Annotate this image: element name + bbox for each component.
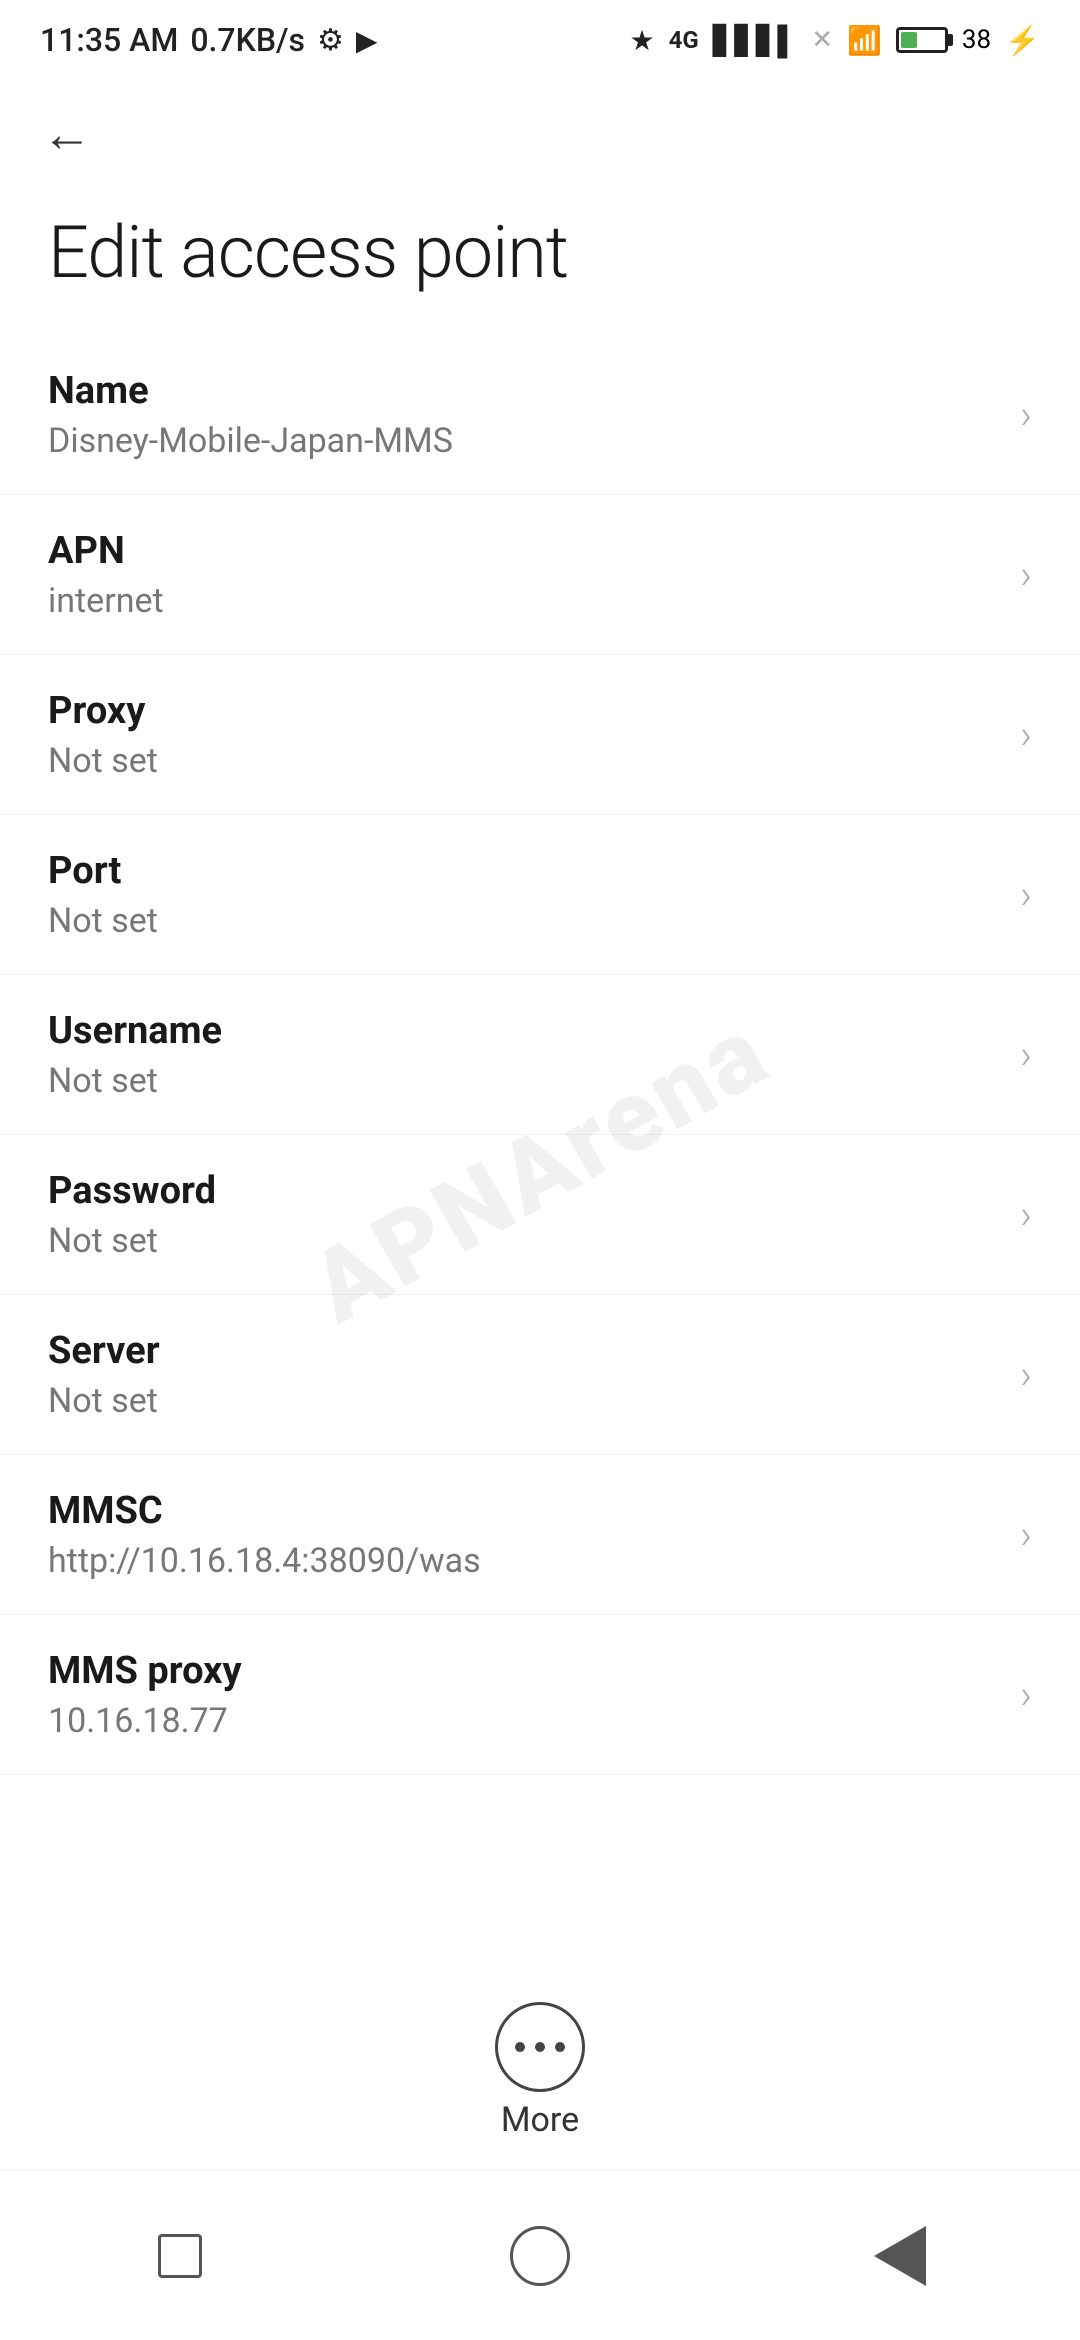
- settings-item-port[interactable]: Port Not set ›: [0, 815, 1080, 975]
- dot-3: [555, 2042, 565, 2052]
- settings-item-name[interactable]: Name Disney-Mobile-Japan-MMS ›: [0, 335, 1080, 495]
- signal-x-icon: ✕: [811, 25, 833, 55]
- chevron-right-icon-4: ›: [1020, 1031, 1032, 1078]
- status-bar: 11:35 AM 0.7KB/s ⚙ ▶ ★ 4G ▋▋▋▌ ✕ 📶 38 ⚡: [0, 0, 1080, 80]
- settings-item-mmsc[interactable]: MMSC http://10.16.18.4:38090/was ›: [0, 1455, 1080, 1615]
- chevron-right-icon-1: ›: [1020, 551, 1032, 598]
- battery-indicator: 38: [896, 25, 991, 55]
- settings-item-label-4: Username: [48, 1009, 222, 1053]
- settings-item-label-8: MMS proxy: [48, 1649, 242, 1693]
- more-dots-icon: [515, 2042, 565, 2052]
- bluetooth-icon: ★: [630, 24, 655, 57]
- settings-item-value-7: http://10.16.18.4:38090/was: [48, 1541, 481, 1581]
- battery-fill: [901, 32, 917, 48]
- settings-item-value-0: Disney-Mobile-Japan-MMS: [48, 421, 453, 461]
- signal-4g-icon: 4G: [669, 26, 699, 54]
- nav-home-button[interactable]: [490, 2206, 590, 2306]
- more-button[interactable]: More: [495, 2002, 585, 2140]
- back-icon: [874, 2226, 926, 2286]
- recent-apps-icon: [158, 2234, 202, 2278]
- settings-item-content-8: MMS proxy 10.16.18.77: [48, 1649, 242, 1741]
- battery-box: [896, 27, 948, 53]
- settings-item-content-6: Server Not set: [48, 1329, 160, 1421]
- settings-item-content-7: MMSC http://10.16.18.4:38090/was: [48, 1489, 481, 1581]
- settings-item-content-4: Username Not set: [48, 1009, 222, 1101]
- settings-item-value-4: Not set: [48, 1061, 222, 1101]
- settings-item-server[interactable]: Server Not set ›: [0, 1295, 1080, 1455]
- settings-item-value-5: Not set: [48, 1221, 216, 1261]
- status-bar-left: 11:35 AM 0.7KB/s ⚙ ▶: [40, 21, 377, 59]
- chevron-right-icon-7: ›: [1020, 1511, 1032, 1558]
- wifi-icon: 📶: [847, 24, 882, 57]
- dot-1: [515, 2042, 525, 2052]
- navigation-bar: [0, 2170, 1080, 2340]
- settings-item-content-5: Password Not set: [48, 1169, 216, 1261]
- settings-item-label-5: Password: [48, 1169, 216, 1213]
- settings-item-content-1: APN internet: [48, 529, 164, 621]
- settings-item-content-3: Port Not set: [48, 849, 158, 941]
- nav-recent-apps-button[interactable]: [130, 2206, 230, 2306]
- settings-item-value-2: Not set: [48, 741, 158, 781]
- lightning-icon: ⚡: [1005, 24, 1040, 57]
- settings-item-label-3: Port: [48, 849, 158, 893]
- chevron-right-icon-5: ›: [1020, 1191, 1032, 1238]
- dot-2: [535, 2042, 545, 2052]
- chevron-right-icon-6: ›: [1020, 1351, 1032, 1398]
- settings-item-label-6: Server: [48, 1329, 160, 1373]
- settings-item-content-2: Proxy Not set: [48, 689, 158, 781]
- toolbar: ←: [0, 80, 1080, 190]
- home-icon: [510, 2226, 570, 2286]
- signal-strength-icon: ▋▋▋▌: [713, 24, 797, 57]
- settings-list: Name Disney-Mobile-Japan-MMS › APN internet ›…: [0, 335, 1080, 1775]
- video-icon: ▶: [356, 24, 378, 57]
- nav-back-button[interactable]: [850, 2206, 950, 2306]
- settings-item-password[interactable]: Password Not set ›: [0, 1135, 1080, 1295]
- network-speed: 0.7KB/s: [190, 21, 305, 59]
- settings-item-label-7: MMSC: [48, 1489, 481, 1533]
- settings-item-label-2: Proxy: [48, 689, 158, 733]
- settings-item-value-3: Not set: [48, 901, 158, 941]
- chevron-right-icon-3: ›: [1020, 871, 1032, 918]
- more-icon-circle: [495, 2002, 585, 2092]
- page-title: Edit access point: [0, 190, 1080, 335]
- settings-item-label-1: APN: [48, 529, 164, 573]
- settings-item-value-6: Not set: [48, 1381, 160, 1421]
- settings-item-username[interactable]: Username Not set ›: [0, 975, 1080, 1135]
- time-display: 11:35 AM: [40, 21, 178, 59]
- battery-percent: 38: [962, 25, 991, 55]
- back-arrow-icon: ←: [42, 110, 92, 160]
- settings-item-mms-proxy[interactable]: MMS proxy 10.16.18.77 ›: [0, 1615, 1080, 1775]
- chevron-right-icon-8: ›: [1020, 1671, 1032, 1718]
- more-label: More: [501, 2100, 579, 2140]
- status-bar-right: ★ 4G ▋▋▋▌ ✕ 📶 38 ⚡: [630, 24, 1040, 57]
- settings-item-value-8: 10.16.18.77: [48, 1701, 242, 1741]
- back-button[interactable]: ←: [32, 100, 102, 170]
- settings-item-value-1: internet: [48, 581, 164, 621]
- chevron-right-icon-0: ›: [1020, 391, 1032, 438]
- settings-item-proxy[interactable]: Proxy Not set ›: [0, 655, 1080, 815]
- settings-icon: ⚙: [317, 23, 344, 58]
- chevron-right-icon-2: ›: [1020, 711, 1032, 758]
- settings-item-label-0: Name: [48, 369, 453, 413]
- settings-item-content-0: Name Disney-Mobile-Japan-MMS: [48, 369, 453, 461]
- settings-item-apn[interactable]: APN internet ›: [0, 495, 1080, 655]
